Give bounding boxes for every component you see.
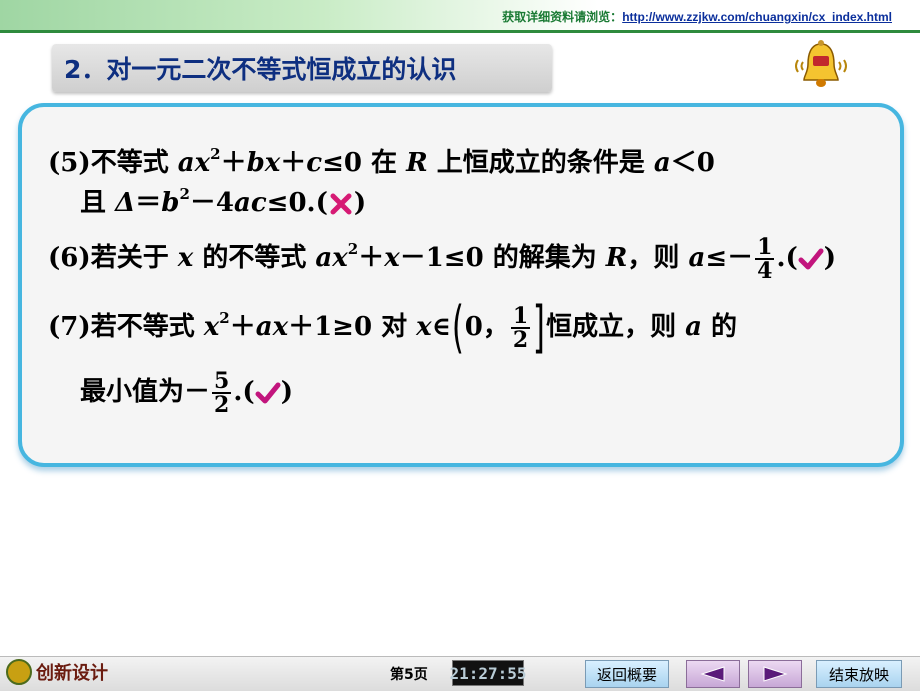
item-5-text: 不等式: [90, 148, 178, 178]
var-ax: ax: [315, 243, 348, 273]
item-6-text: ，则: [627, 243, 689, 273]
var-ax: ax: [177, 148, 211, 178]
var-ax: ax: [255, 312, 289, 342]
fraction-five-halves: 52: [212, 368, 232, 418]
exponent: 2: [179, 185, 190, 203]
logo-text: 创新设计: [36, 663, 108, 684]
var-a: a: [653, 148, 671, 178]
item-7-line-1: (7)若不等式 x2＋ax＋1≥0 对 x∈(0， 1 2]恒成立，则 a 的: [48, 300, 737, 356]
wrong-x-icon: [330, 193, 352, 215]
var-x: x: [177, 243, 194, 273]
item-5-text: ): [353, 188, 367, 218]
brand-logo: 创新设计: [6, 658, 108, 686]
var-b: b: [161, 188, 180, 218]
item-7-line-2: 最小值为－ 5 2 .(): [80, 370, 293, 416]
item-7-text: 0，: [464, 312, 509, 342]
item-6-text: －1≤0 的解集为: [399, 243, 606, 273]
plus: ＋: [220, 148, 247, 178]
exponent: 2: [210, 145, 221, 163]
item-7-text: 若不等式: [90, 312, 204, 342]
clock-display: 21:27:55: [449, 660, 527, 686]
item-5-text: ≤0 在: [322, 148, 407, 178]
fraction-denominator: 4: [757, 258, 773, 284]
section-title: 2．对一元二次不等式恒成立的认识: [64, 55, 457, 84]
logo-emblem-icon: [6, 659, 32, 685]
plus: ＋: [358, 243, 385, 273]
item-7-text: ＋1≥0 对: [288, 312, 417, 342]
var-x: x: [203, 312, 220, 342]
var-x: x: [384, 243, 400, 273]
var-bx: bx: [246, 148, 281, 178]
resource-url[interactable]: http://www.zzjkw.com/chuangxin/cx_index.…: [622, 10, 892, 24]
resource-link-label: 获取详细资料请浏览：: [502, 10, 623, 24]
item-5-text: 且: [80, 188, 116, 218]
var-c: c: [306, 148, 323, 178]
item-5-text: ＜0: [670, 148, 715, 178]
var-x: x: [416, 312, 432, 342]
var-ac: ac: [233, 188, 267, 218]
item-5-text: ≤0.(: [266, 188, 328, 218]
fraction-denominator: 2: [512, 327, 529, 353]
bell-icon: [795, 40, 847, 87]
item-5-number: (5): [48, 148, 91, 178]
equals: ＝: [135, 188, 162, 218]
item-5-text: －4: [189, 188, 234, 218]
item-6-text: ): [823, 243, 837, 273]
item-7-text: 恒成立，则: [546, 312, 686, 342]
item-7-number: (7): [48, 312, 91, 342]
item-7-text: 最小值为－: [80, 377, 211, 407]
item-6-text: 若关于: [90, 243, 178, 273]
plus: ＋: [280, 148, 307, 178]
item-7-text: 的: [701, 312, 738, 342]
var-delta: Δ: [115, 188, 136, 218]
item-6-text: 的不等式: [193, 243, 316, 273]
fraction-numerator: 5: [212, 368, 232, 394]
next-slide-button[interactable]: [748, 660, 802, 688]
item-7-text: ): [280, 377, 293, 407]
check-icon: [255, 382, 281, 404]
triangle-right-icon: [763, 666, 788, 682]
right-bracket: ]: [533, 295, 546, 360]
var-a: a: [688, 243, 706, 273]
var-R: R: [406, 148, 428, 178]
item-6-number: (6): [48, 243, 91, 273]
fraction-one-quarter: 14: [755, 234, 775, 284]
top-divider: [0, 30, 920, 33]
resource-link[interactable]: 获取详细资料请浏览：http://www.zzjkw.com/chuangxin…: [502, 8, 892, 25]
left-paren: (: [451, 295, 464, 360]
previous-slide-button[interactable]: [686, 660, 740, 688]
end-show-button[interactable]: 结束放映: [816, 660, 902, 688]
fraction-one-half: 12: [510, 303, 531, 353]
fraction-numerator: 1: [510, 303, 531, 329]
exponent: 2: [347, 240, 359, 258]
item-6-text: ≤－: [705, 243, 754, 273]
item-6-text: .(: [776, 243, 798, 273]
fraction-numerator: 1: [755, 234, 775, 260]
var-R: R: [605, 243, 628, 273]
triangle-left-icon: [700, 666, 725, 682]
item-5-line-1: (5)不等式 ax2＋bx＋c≤0 在 R 上恒成立的条件是 a＜0: [48, 142, 715, 179]
item-5-line-2: 且 Δ＝b2－4ac≤0.(): [80, 182, 366, 219]
plus: ＋: [229, 312, 256, 342]
back-overview-button[interactable]: 返回概要: [585, 660, 669, 688]
element-of: ∈: [431, 312, 451, 342]
item-6-line: (6)若关于 x 的不等式 ax2＋x－1≤0 的解集为 R，则 a≤－ 1 4 .(…: [48, 236, 836, 282]
page-number: 第5页: [390, 667, 428, 683]
item-5-text: 上恒成立的条件是: [427, 148, 654, 178]
exponent: 2: [219, 309, 230, 327]
fraction-denominator: 2: [214, 392, 230, 418]
item-7-text: .(: [233, 377, 255, 407]
var-a: a: [685, 312, 702, 342]
check-icon: [798, 248, 824, 270]
